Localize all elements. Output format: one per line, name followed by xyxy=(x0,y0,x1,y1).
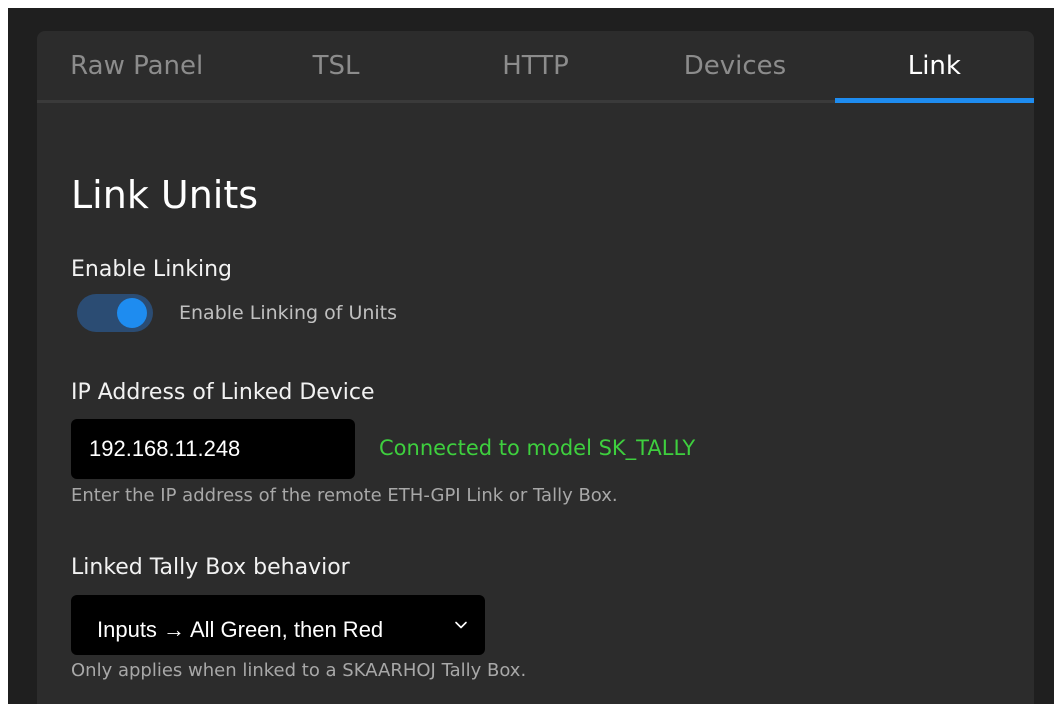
ip-address-label: IP Address of Linked Device xyxy=(71,380,375,405)
toggle-knob xyxy=(117,298,147,328)
chevron-down-icon xyxy=(455,621,467,629)
page-title: Link Units xyxy=(71,173,259,217)
tally-behavior-label: Linked Tally Box behavior xyxy=(71,555,350,580)
connection-status: Connected to model SK_TALLY xyxy=(379,436,696,460)
enable-linking-label: Enable Linking xyxy=(71,257,233,282)
tally-behavior-selected: Inputs → All Green, then Red xyxy=(97,617,384,642)
enable-linking-toggle-text: Enable Linking of Units xyxy=(179,302,398,324)
ip-address-help: Enter the IP address of the remote ETH-G… xyxy=(71,485,618,506)
tab-bar: Raw Panel TSL HTTP Devices Link xyxy=(37,31,1034,103)
tab-link[interactable]: Link xyxy=(834,31,1034,103)
settings-panel: Raw Panel TSL HTTP Devices Link Link Uni… xyxy=(37,31,1034,704)
tab-raw-panel[interactable]: Raw Panel xyxy=(37,31,236,100)
tab-tsl[interactable]: TSL xyxy=(236,31,435,100)
enable-linking-row: Enable Linking of Units xyxy=(77,294,397,332)
enable-linking-toggle[interactable] xyxy=(77,294,153,332)
tab-devices[interactable]: Devices xyxy=(635,31,834,100)
ip-address-input[interactable] xyxy=(71,419,355,479)
tally-behavior-help: Only applies when linked to a SKAARHOJ T… xyxy=(71,660,527,681)
tally-behavior-select[interactable]: Inputs → All Green, then Red xyxy=(71,595,485,655)
tab-http[interactable]: HTTP xyxy=(436,31,635,100)
